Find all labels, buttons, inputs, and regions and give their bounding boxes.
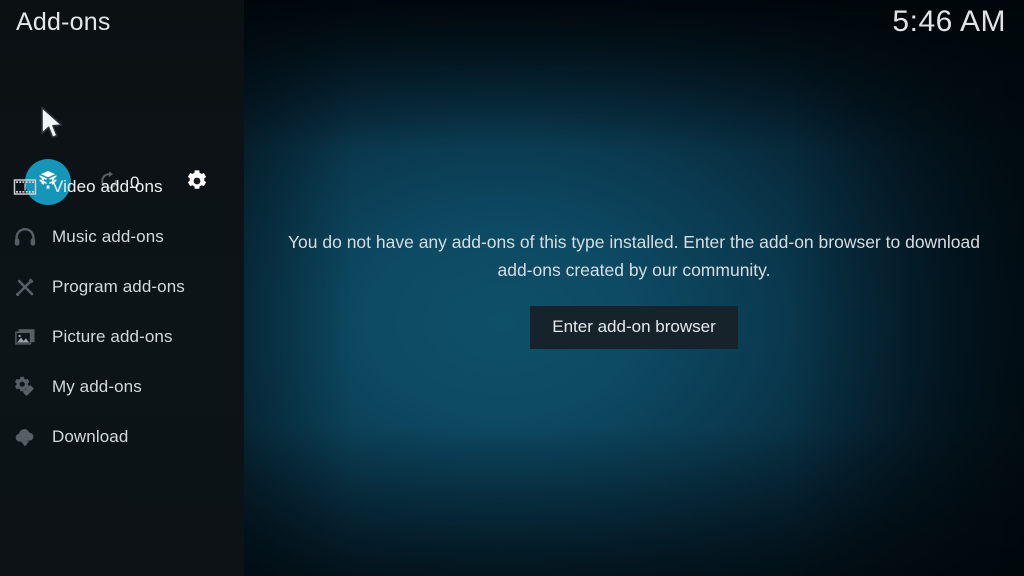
tools-icon — [12, 274, 38, 300]
sidebar-item-label: Music add-ons — [52, 227, 164, 246]
sidebar-item-label: Picture add-ons — [52, 327, 173, 346]
sidebar-menu: Video add-ons Music add-ons Program add-… — [0, 162, 244, 462]
sidebar-item-label: Video add-ons — [52, 177, 163, 196]
picture-stack-icon — [12, 324, 38, 350]
empty-state-message: You do not have any add-ons of this type… — [287, 231, 981, 280]
sidebar-item-music-add-ons[interactable]: Music add-ons — [0, 212, 244, 262]
sidebar-item-video-add-ons[interactable]: Video add-ons — [0, 162, 244, 212]
enter-addon-browser-button[interactable]: Enter add-on browser — [530, 305, 738, 349]
sidebar-item-picture-add-ons[interactable]: Picture add-ons — [0, 312, 244, 362]
sidebar-toolbar: 0 — [0, 80, 244, 205]
sidebar-item-program-add-ons[interactable]: Program add-ons — [0, 262, 244, 312]
film-strip-icon — [12, 174, 38, 200]
kodi-addons-screen: You do not have any add-ons of this type… — [0, 0, 1024, 576]
main-content-panel: You do not have any add-ons of this type… — [244, 0, 1024, 576]
clock: 5:46 AM — [892, 5, 1006, 38]
empty-state-container: You do not have any add-ons of this type… — [244, 0, 1024, 576]
page-title: Add-ons — [16, 8, 111, 36]
sidebar-item-download[interactable]: Download — [0, 412, 244, 462]
gear-puzzle-icon — [12, 374, 38, 400]
sidebar-item-label: My add-ons — [52, 377, 142, 396]
sidebar-item-label: Program add-ons — [52, 277, 185, 296]
cloud-download-icon — [12, 424, 38, 450]
sidebar-item-label: Download — [52, 427, 129, 446]
headphones-icon — [12, 224, 38, 250]
sidebar-item-my-add-ons[interactable]: My add-ons — [0, 362, 244, 412]
sidebar: Add-ons 0 Video add-ons Music add-ons Pr… — [0, 0, 244, 576]
